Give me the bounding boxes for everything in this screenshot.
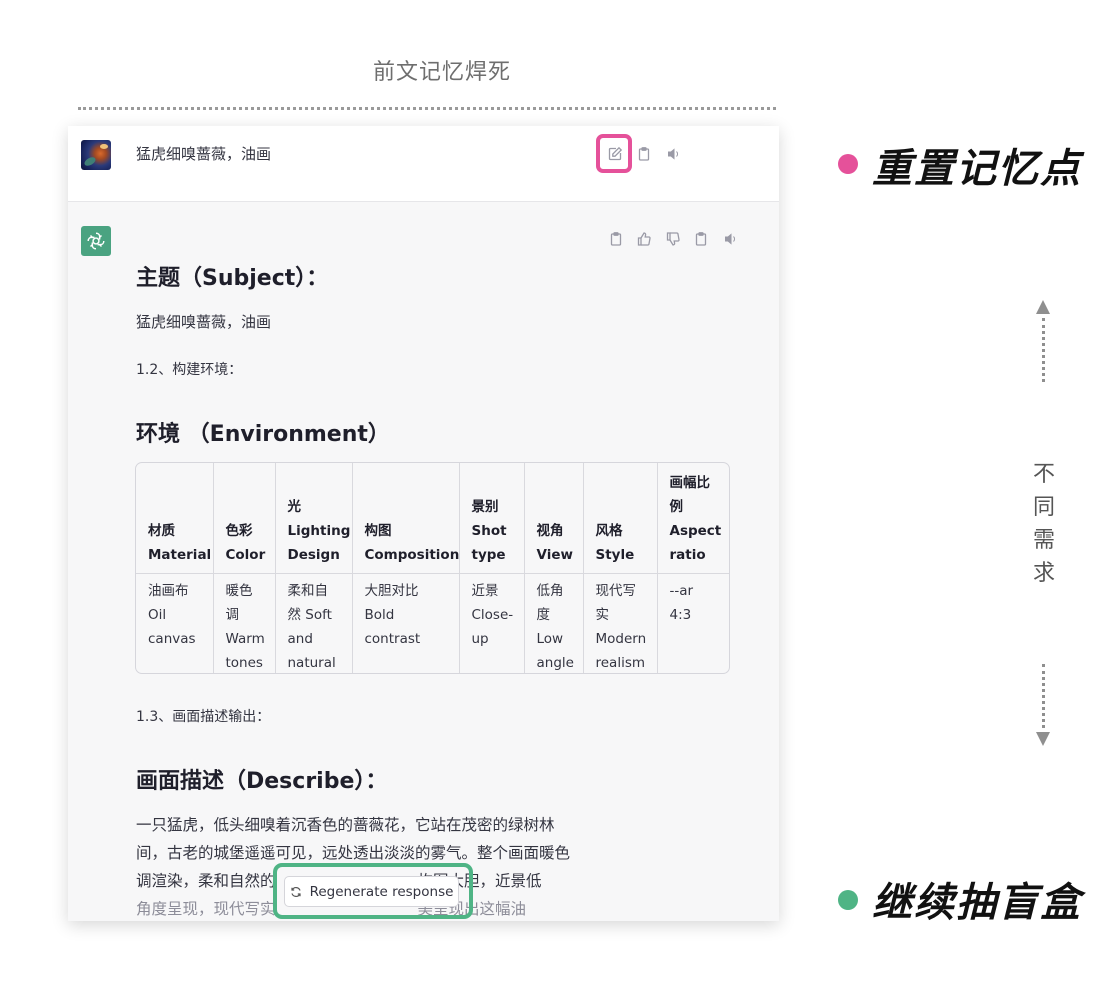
- user-avatar: [81, 140, 111, 170]
- continue-blind-box-label: 继续抽盲盒: [872, 880, 1082, 926]
- table-cell: 大胆对比 Bold contrast: [352, 573, 460, 673]
- environment-table: 材质 Material 色彩 Color 光 Lighting Design 构…: [135, 462, 730, 674]
- table-header-cell: 色彩 Color: [213, 463, 276, 574]
- thumbs-down-icon[interactable]: [665, 231, 681, 247]
- openai-logo-icon: [87, 232, 105, 250]
- vertical-char: 不: [1032, 462, 1055, 487]
- regenerate-label: Regenerate response: [309, 883, 454, 900]
- user-message-row: 猛虎细嗅蔷薇，油画: [68, 126, 779, 202]
- table-header-cell: 光 Lighting Design: [275, 463, 353, 574]
- step-1-2: 1.2、构建环境：: [136, 362, 243, 378]
- top-caption: 前文记忆焊死: [372, 60, 511, 85]
- arrow-down-icon: [1036, 732, 1050, 746]
- arrow-up-icon: [1036, 300, 1050, 314]
- table-cell: 近景 Close- up: [459, 573, 525, 673]
- describe-line: 一只猛虎，低头细嗅着沉香色的蔷薇花，它站在茂密的绿树林: [136, 816, 555, 834]
- vertical-char: 需: [1032, 528, 1055, 553]
- heading-environment: 环境 （Environment）: [136, 422, 390, 447]
- heading-describe: 画面描述（Describe）：: [136, 769, 388, 794]
- speaker-icon[interactable]: [666, 146, 682, 162]
- chat-panel: 猛虎细嗅蔷薇，油画 主题（Subject）： 猛虎细嗅蔷薇，油画 1.2、构建环…: [68, 126, 779, 921]
- dotted-line-bottom: [1042, 664, 1045, 728]
- vertical-char: 同: [1032, 495, 1055, 520]
- speaker-icon[interactable]: [723, 231, 739, 247]
- table-cell: 现代写 实 Modern realism: [583, 573, 658, 673]
- vertical-char: 求: [1032, 561, 1055, 586]
- table-header-cell: 材质 Material: [136, 463, 214, 574]
- subject-text: 猛虎细嗅蔷薇，油画: [136, 313, 272, 331]
- regenerate-response-button[interactable]: Regenerate response: [284, 876, 459, 907]
- different-needs-label: 不 同 需 求: [1032, 458, 1056, 590]
- table-header-row: 材质 Material 色彩 Color 光 Lighting Design 构…: [136, 463, 729, 574]
- clipboard-icon[interactable]: [693, 231, 709, 247]
- table-header-cell: 风格 Style: [583, 463, 658, 574]
- refresh-icon: [290, 886, 301, 897]
- describe-line-part: 调渲染，柔和自然的: [136, 872, 276, 890]
- step-1-3: 1.3、画面描述输出：: [136, 709, 271, 725]
- green-bullet: [838, 890, 858, 910]
- reset-memory-label: 重置记忆点: [872, 146, 1082, 192]
- table-cell: 油画布 Oil canvas: [136, 573, 214, 673]
- heading-subject: 主题（Subject）：: [136, 266, 329, 291]
- assistant-avatar: [81, 226, 111, 256]
- user-message-text: 猛虎细嗅蔷薇，油画: [136, 145, 272, 163]
- table-cell: 柔和自 然 Soft and natural: [275, 573, 353, 673]
- thumbs-up-icon[interactable]: [636, 231, 652, 247]
- table-cell: --ar 4:3: [669, 583, 694, 623]
- describe-line-part: 角度呈现，现代写实: [136, 900, 276, 918]
- table-header-cell: 构图 Composition: [352, 463, 460, 574]
- table-header-cell: 景别 Shot type: [459, 463, 525, 574]
- dotted-divider: [78, 107, 776, 110]
- pink-bullet: [838, 154, 858, 174]
- table-row: 油画布 Oil canvas 暖色 调 Warm tones 柔和自 然 Sof…: [136, 573, 729, 673]
- table-header-cell: 视角 View: [524, 463, 584, 574]
- table-cell: 暖色 调 Warm tones: [213, 573, 276, 673]
- clipboard-icon[interactable]: [636, 146, 652, 162]
- table-cell: 低角 度 Low angle: [524, 573, 584, 673]
- clipboard-icon[interactable]: [608, 231, 624, 247]
- edit-icon[interactable]: [607, 146, 623, 162]
- dotted-line-top: [1042, 318, 1045, 382]
- table-header-cell: 画幅比 例 Aspect ratio: [657, 463, 729, 574]
